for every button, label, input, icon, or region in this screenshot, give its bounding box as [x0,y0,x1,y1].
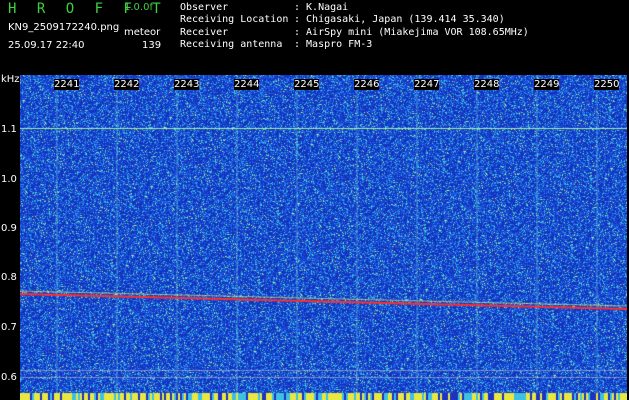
file-name: KN9_2509172240.png [8,22,120,33]
y-tick-label: 1.1 [1,124,17,135]
spectrogram-canvas [20,75,627,400]
x-tick-label: 2248 [474,79,500,90]
info-row-location: Receiving Location : Chigasaki, Japan (1… [180,14,529,26]
x-tick-label: 2250 [594,79,620,90]
y-tick-label: 1.0 [1,174,17,185]
y-tick-label: 0.6 [1,372,17,383]
info-value: : K.Nagai [294,2,349,13]
x-tick-label: 2242 [114,79,140,90]
info-label: Observer [180,2,229,13]
x-tick-label: 2246 [354,79,380,90]
x-tick-label: 2243 [174,79,200,90]
y-axis: 1.1 1.0 0.9 0.8 0.7 0.6 [0,75,20,400]
y-tick-label: 0.9 [1,223,17,234]
info-row-receiver: Receiver : AirSpy mini (Miakejima VOR 10… [180,27,529,39]
meteor-label: meteor [124,27,161,38]
station-info: Observer : K.Nagai Receiving Location : … [180,2,529,51]
date-time: 25.09.17 22:40 [8,40,85,51]
info-value: : Maspro FM-3 [294,38,373,50]
info-label: Receiving Location [180,14,289,26]
y-tick-label: 0.7 [1,322,17,333]
info-row-antenna: Receiving antenna : Maspro FM-3 [180,39,529,51]
x-tick-label: 2241 [54,79,80,90]
x-tick-label: 2249 [534,79,560,90]
x-tick-label: 2245 [294,79,320,90]
info-label: Receiving antenna [180,38,283,50]
x-tick-label: 2244 [234,79,260,90]
x-tick-label: 2247 [414,79,440,90]
info-label: Receiver [180,26,229,38]
info-value: : Chigasaki, Japan (139.414 35.340) [294,14,505,26]
app-version: 1.0.0f [124,2,153,13]
meteor-count: 139 [142,40,162,51]
info-row-observer: Observer : K.Nagai [180,2,529,14]
header-panel: H R O F F T 1.0.0f KN9_2509172240.png me… [0,0,629,75]
y-unit-label: kHz [1,74,20,85]
y-tick-label: 0.8 [1,272,17,283]
info-value: : AirSpy mini (Miakejima VOR 108.65MHz) [294,26,529,38]
